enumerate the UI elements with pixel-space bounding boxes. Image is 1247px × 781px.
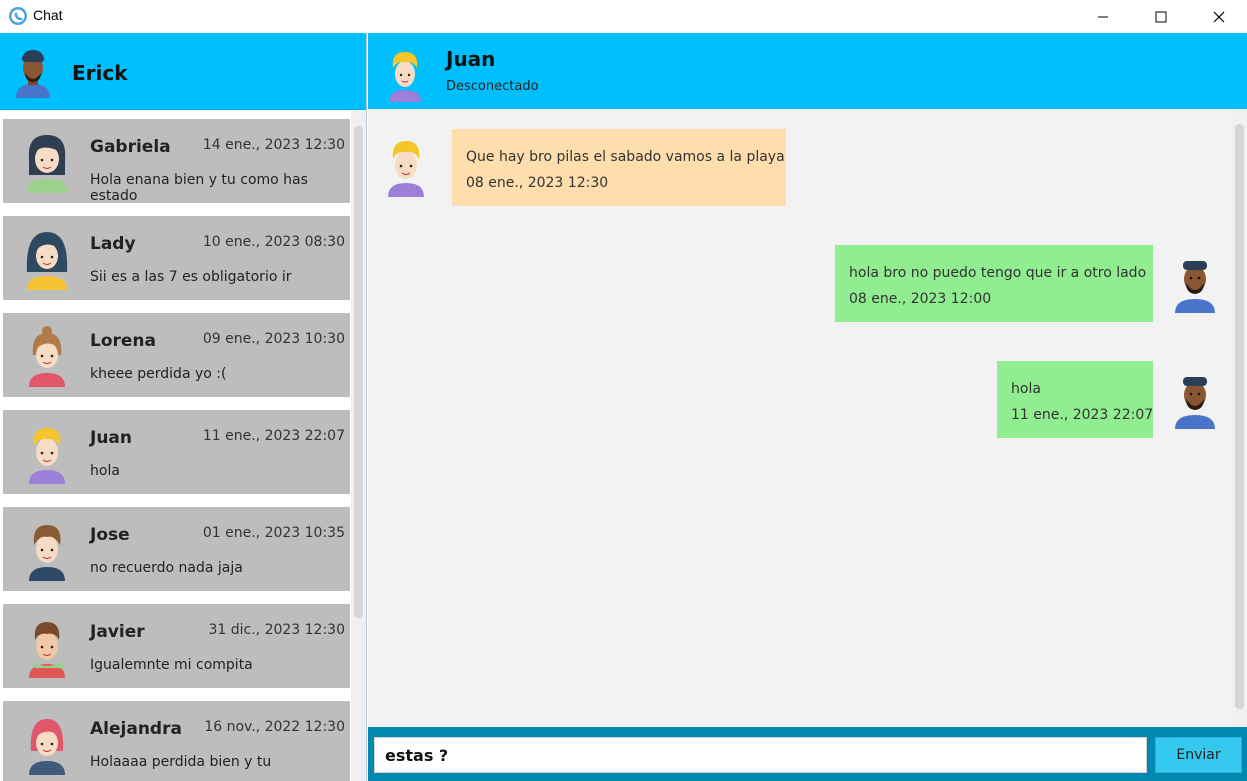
blond-man-avatar [389, 52, 421, 102]
contact-name: Lady [90, 234, 136, 254]
contact-preview: Holaaaa perdida bien y tu [90, 754, 272, 770]
messages-scrollbar-thumb[interactable] [1235, 124, 1244, 709]
message-text: Que hay bro pilas el sabado vamos a la p… [466, 149, 785, 165]
maximize-icon [1155, 11, 1167, 22]
message-time: 11 ene., 2023 22:07 [1011, 407, 1154, 423]
contact-list: Gabriela 14 ene., 2023 12:30 Hola enana … [0, 111, 351, 781]
contact-item-jose[interactable]: Jose 01 ene., 2023 10:35 no recuerdo nad… [3, 507, 350, 591]
message-bubble-incoming: Que hay bro pilas el sabado vamos a la p… [452, 129, 786, 206]
window-title: Chat [33, 7, 63, 23]
message-bubble-outgoing: hola 11 ene., 2023 22:07 [997, 361, 1153, 438]
contact-preview: kheee perdida yo :( [90, 366, 227, 382]
contact-name: Juan [90, 428, 133, 448]
blond-man-avatar [29, 428, 65, 484]
current-user-avatar [1175, 377, 1215, 429]
woman-dark-hair-avatar [27, 135, 67, 193]
contact-name: Lorena [90, 331, 156, 351]
contact-name: Alejandra [90, 719, 182, 739]
woman-long-hair-avatar [26, 232, 68, 290]
compose-bar: Enviar [368, 727, 1247, 781]
send-button[interactable]: Enviar [1155, 737, 1242, 773]
contacts-scrollbar[interactable] [351, 111, 366, 781]
contact-name: Javier [90, 622, 145, 642]
chat-header: Juan Desconectado [368, 33, 1247, 109]
contacts-panel: Erick Gabriela 14 ene., 2023 12:30 Hola … [0, 33, 367, 781]
current-user-header: Erick [0, 33, 366, 110]
minimize-button[interactable] [1080, 0, 1126, 33]
message-bubble-outgoing: hola bro no puedo tengo que ir a otro la… [835, 245, 1153, 322]
current-user-avatar [16, 50, 50, 98]
contact-date: 16 nov., 2022 12:30 [204, 719, 345, 735]
chat-contact-name: Juan [446, 47, 496, 71]
contact-date: 11 ene., 2023 22:07 [202, 428, 345, 444]
scarf-man-avatar [29, 622, 65, 678]
brown-hair-man-avatar [29, 525, 65, 581]
message-time: 08 ene., 2023 12:30 [466, 175, 609, 191]
contact-preview: no recuerdo nada jaja [90, 560, 243, 576]
contact-item-lorena[interactable]: Lorena 09 ene., 2023 10:30 kheee perdida… [3, 313, 350, 397]
whatsapp-icon [9, 7, 27, 25]
contact-item-gabriela[interactable]: Gabriela 14 ene., 2023 12:30 Hola enana … [3, 119, 350, 204]
current-user-name: Erick [72, 61, 128, 85]
contact-date: 01 ene., 2023 10:35 [202, 525, 345, 541]
message-list: Que hay bro pilas el sabado vamos a la p… [368, 109, 1232, 727]
woman-bun-avatar [29, 326, 65, 387]
contact-preview: Sii es a las 7 es obligatorio ir [90, 269, 292, 285]
message-text: hola [1011, 381, 1041, 397]
maximize-button[interactable] [1138, 0, 1184, 33]
red-hair-woman-avatar [29, 719, 65, 775]
contact-preview: Igualemnte mi compita [90, 657, 253, 673]
message-input[interactable] [374, 737, 1147, 773]
title-bar: Chat [0, 0, 1247, 33]
chat-contact-status: Desconectado [446, 79, 539, 94]
contact-item-juan[interactable]: Juan 11 ene., 2023 22:07 hola [3, 410, 350, 494]
blond-man-avatar [388, 141, 424, 197]
chat-panel: Juan Desconectado Que hay bro pilas el s… [368, 33, 1247, 781]
contact-preview: hola [90, 463, 120, 479]
contact-date: 14 ene., 2023 12:30 [202, 137, 345, 153]
contact-name: Jose [90, 525, 130, 545]
contact-item-lady[interactable]: Lady 10 ene., 2023 08:30 Sii es a las 7 … [3, 216, 350, 300]
message-text: hola bro no puedo tengo que ir a otro la… [849, 265, 1147, 281]
current-user-avatar [1175, 261, 1215, 313]
contact-item-alejandra[interactable]: Alejandra 16 nov., 2022 12:30 Holaaaa pe… [3, 701, 350, 781]
close-button[interactable] [1196, 0, 1242, 33]
contact-preview: Hola enana bien y tu como has estado [90, 172, 308, 204]
contact-date: 31 dic., 2023 12:30 [208, 622, 345, 638]
contact-date: 09 ene., 2023 10:30 [202, 331, 345, 347]
message-time: 08 ene., 2023 12:00 [849, 291, 992, 307]
close-icon [1213, 11, 1225, 22]
contact-name: Gabriela [90, 137, 171, 157]
contact-date: 10 ene., 2023 08:30 [202, 234, 345, 250]
messages-scrollbar[interactable] [1232, 109, 1247, 727]
contact-item-javier[interactable]: Javier 31 dic., 2023 12:30 Igualemnte mi… [3, 604, 350, 688]
minimize-icon [1098, 16, 1108, 17]
contacts-scrollbar-thumb[interactable] [354, 126, 363, 618]
